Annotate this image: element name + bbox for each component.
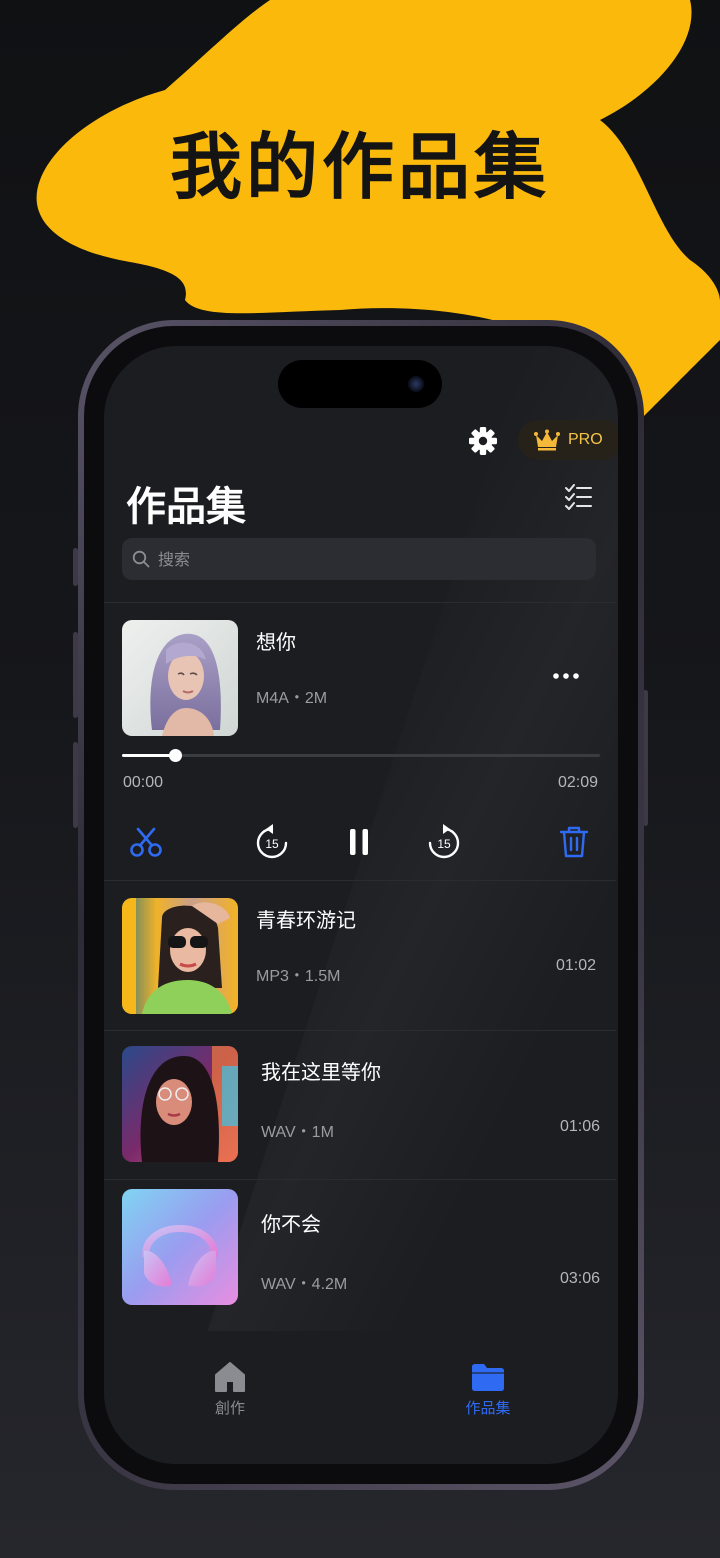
track-thumbnail (122, 1046, 238, 1162)
now-playing-meta: M4A・2M (256, 690, 328, 707)
track-thumbnail (122, 898, 238, 1014)
phone-bezel: PRO 作品集 搜索 想你 M4A・2M 00:00 02:09 15 15 青… (84, 326, 638, 1484)
divider (104, 602, 616, 603)
page-title: 作品集 (126, 484, 246, 530)
phone-frame: PRO 作品集 搜索 想你 M4A・2M 00:00 02:09 15 15 青… (78, 320, 644, 1490)
tab-label: 創作 (214, 1399, 245, 1417)
track-duration: 01:02 (555, 957, 596, 974)
rewind-15-icon[interactable]: 15 (252, 822, 292, 862)
track-thumbnail (122, 1189, 238, 1305)
tab-label: 作品集 (465, 1399, 511, 1417)
track-meta: WAV・1M (261, 1124, 334, 1141)
folder-icon (472, 1364, 504, 1391)
divider (104, 1030, 616, 1031)
pro-label: PRO (568, 431, 603, 448)
divider (104, 1179, 616, 1180)
progress-fill (122, 754, 175, 757)
search-input[interactable] (158, 549, 578, 569)
current-time: 00:00 (123, 774, 164, 791)
home-icon (215, 1362, 245, 1392)
progress-slider[interactable] (122, 749, 600, 762)
trash-icon[interactable] (554, 822, 594, 862)
app-screen: PRO 作品集 搜索 想你 M4A・2M 00:00 02:09 15 15 青… (104, 346, 618, 1464)
forward-seconds: 15 (437, 837, 451, 851)
total-time: 02:09 (557, 774, 598, 791)
checklist-icon[interactable] (564, 484, 592, 510)
track-duration: 03:06 (559, 1270, 600, 1287)
divider (104, 880, 616, 881)
track-meta: MP3・1.5M (256, 968, 341, 985)
now-playing-thumbnail (122, 620, 238, 736)
crown-icon (534, 429, 560, 451)
tab-bar: 創作 作品集 (104, 1331, 616, 1464)
more-options-icon[interactable] (548, 664, 584, 688)
forward-15-icon[interactable]: 15 (424, 822, 464, 862)
scissors-icon[interactable] (126, 822, 166, 862)
now-playing-title: 想你 (256, 630, 296, 654)
track-title: 你不会 (261, 1212, 321, 1236)
pro-badge[interactable]: PRO (518, 420, 618, 460)
tab-create[interactable]: 創作 (170, 1361, 290, 1418)
track-meta: WAV・4.2M (261, 1276, 348, 1293)
rewind-seconds: 15 (265, 837, 279, 851)
promo-title: 我的作品集 (169, 125, 550, 209)
search-bar[interactable] (122, 538, 596, 580)
progress-knob[interactable] (168, 749, 182, 762)
dynamic-island (278, 360, 442, 408)
track-title: 我在这里等你 (261, 1060, 381, 1084)
pause-icon[interactable] (339, 822, 379, 862)
gear-icon[interactable] (468, 426, 498, 456)
track-title: 青春环游记 (256, 908, 356, 932)
camera-icon (408, 376, 424, 392)
search-icon (132, 550, 150, 568)
tab-portfolio[interactable]: 作品集 (428, 1361, 548, 1418)
track-duration: 01:06 (559, 1118, 600, 1135)
